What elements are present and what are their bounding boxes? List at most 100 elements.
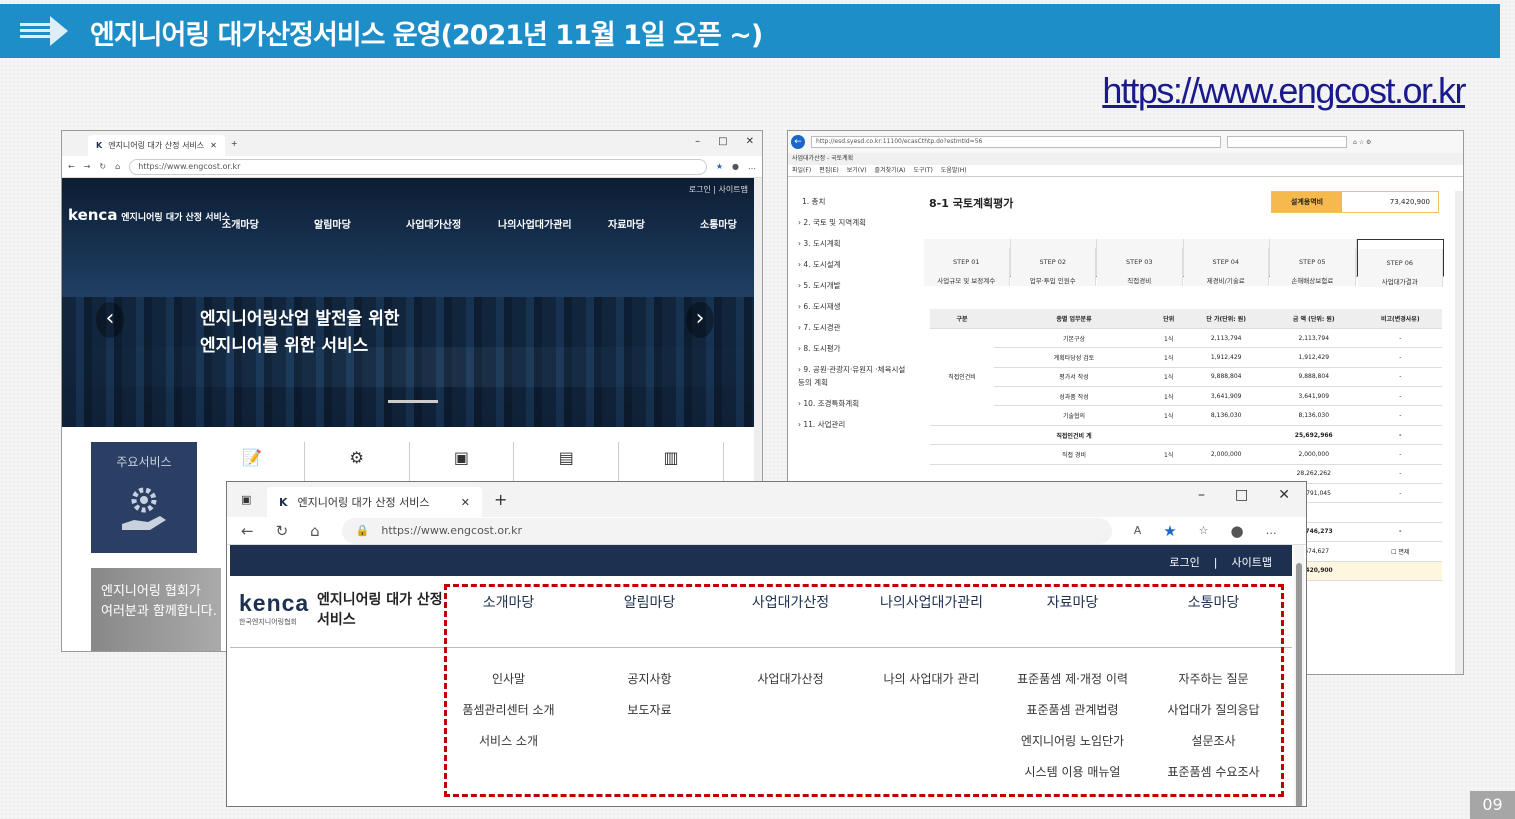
book-icon[interactable]: ▤ bbox=[514, 442, 620, 486]
menubar-item[interactable]: 도구(T) bbox=[913, 165, 932, 176]
nav-item[interactable]: › 5. 도시개발 bbox=[788, 275, 913, 296]
top-utility-bar: 로그인 | 사이트맵 bbox=[230, 545, 1292, 576]
table-row: 성과품 작성 1식 3,641,909 3,641,909- bbox=[930, 386, 1442, 407]
favorite-star-icon[interactable]: ★ bbox=[1163, 522, 1176, 540]
address-bar: ← ↻ ⌂ 🔒 https://www.engcost.or.kr A ★ ☆ ● … bbox=[227, 517, 1306, 545]
scrollbar[interactable] bbox=[1294, 545, 1304, 806]
menu-item[interactable]: 나의사업대가관리 bbox=[498, 216, 608, 231]
table-header: 구분 종별 업무분류 단위 단 가(단위: 원) 금 액 (단위: 원) 비고(변경사유) bbox=[930, 309, 1442, 329]
hero-slogan: 엔지니어링산업 발전을 위한 엔지니어를 위한 서비스 bbox=[200, 309, 400, 356]
menubar-item[interactable]: 보기(V) bbox=[847, 165, 867, 176]
maximize-icon[interactable]: □ bbox=[1235, 487, 1248, 503]
total-cost-box: 설계용역비 73,420,900 bbox=[1271, 191, 1439, 213]
document-edit-icon[interactable]: 📝 bbox=[200, 442, 305, 486]
service-icons: 📝 ⚙ ▣ ▤ ▥ bbox=[200, 442, 724, 486]
step-tab[interactable]: STEP 01 사업규모 및 보정계수 bbox=[924, 239, 1011, 286]
next-slide-icon[interactable]: › bbox=[686, 302, 714, 338]
close-icon[interactable]: ✕ bbox=[461, 496, 470, 509]
back-icon[interactable]: ← bbox=[241, 522, 254, 540]
nav-item[interactable]: › 7. 도시경관 bbox=[788, 317, 913, 338]
close-icon[interactable]: ✕ bbox=[210, 141, 217, 150]
service-title: 주요서비스 bbox=[116, 455, 172, 469]
menu-item[interactable]: 자료마당 bbox=[608, 216, 700, 231]
back-icon[interactable]: ← bbox=[68, 162, 75, 171]
new-tab-icon[interactable]: + bbox=[231, 139, 238, 148]
more-icon[interactable]: … bbox=[748, 162, 756, 171]
step-tab[interactable]: STEP 05 손해배상보험료 bbox=[1270, 239, 1357, 286]
nav-item[interactable]: › 3. 도시계획 bbox=[788, 233, 913, 254]
menubar-item[interactable]: 파일(F) bbox=[792, 165, 811, 176]
more-icon[interactable]: … bbox=[1266, 524, 1277, 537]
nav-item[interactable]: › 6. 도시재생 bbox=[788, 296, 913, 317]
back-icon[interactable]: ← bbox=[791, 135, 805, 149]
scrollbar[interactable] bbox=[1455, 191, 1463, 674]
prev-slide-icon[interactable]: ‹ bbox=[96, 302, 124, 338]
search-input[interactable] bbox=[1227, 136, 1347, 148]
scrollbar-thumb[interactable] bbox=[1296, 563, 1302, 806]
hero-city bbox=[62, 297, 762, 427]
url-input[interactable]: 🔒 https://www.engcost.or.kr bbox=[341, 517, 1112, 544]
menubar-item[interactable]: 편집(E) bbox=[819, 165, 839, 176]
nav-item[interactable]: › 8. 도시평가 bbox=[788, 338, 913, 359]
lock-icon: 🔒 bbox=[355, 524, 370, 537]
table-row: 직접 경비 1식 2,000,000 2,000,000- bbox=[930, 444, 1442, 465]
main-menu: 소개마당 알림마당 사업대가산정 나의사업대가관리 자료마당 소통마당 bbox=[222, 216, 762, 231]
url-input[interactable]: http://esd.syesd.co.kr:11100/ecasCthtp.d… bbox=[811, 136, 1221, 148]
home-icon[interactable]: ⌂ bbox=[115, 162, 120, 171]
step-tab[interactable]: STEP 02 업무·투입 인원수 bbox=[1010, 239, 1097, 286]
nav-item[interactable]: › 10. 조경특화계획 bbox=[788, 393, 913, 414]
maximize-icon[interactable]: □ bbox=[718, 136, 727, 147]
slide-indicator[interactable] bbox=[388, 400, 438, 403]
menubar-item[interactable]: 즐겨찾기(A) bbox=[875, 165, 906, 176]
table-row: 평가서 작성 1식 9,888,804 9,888,804- bbox=[930, 367, 1442, 388]
nav-item[interactable]: › 2. 국토 및 지역계획 bbox=[788, 212, 913, 233]
close-window-icon[interactable]: ✕ bbox=[1278, 487, 1290, 503]
step-tab-active[interactable]: STEP 06 사업대가결과 bbox=[1356, 239, 1444, 287]
nav-item[interactable]: › 4. 도시설계 bbox=[788, 254, 913, 275]
login-link[interactable]: 로그인 bbox=[1169, 556, 1199, 569]
logo[interactable]: kenca 엔지니어링 대가 산정 서비스 bbox=[68, 206, 230, 224]
login-sitemap[interactable]: 로그인 | 사이트맵 bbox=[689, 184, 748, 195]
favorites-icon[interactable]: ☆ bbox=[1199, 524, 1209, 537]
logo[interactable]: kenca 한국엔지니어링협회 엔지니어링 대가 산정 서비스 bbox=[239, 590, 443, 628]
page-title: 8-1 국토계획평가 bbox=[929, 197, 1014, 210]
tab-actions-icon[interactable]: ▣ bbox=[241, 493, 251, 506]
browser-tab[interactable]: K 엔지니어링 대가 산정 서비스 ✕ bbox=[88, 135, 225, 156]
browser-tab[interactable]: K 엔지니어링 대가 산정 서비스 ✕ bbox=[267, 487, 482, 517]
step-tab[interactable]: STEP 04 제경비/기술료 bbox=[1183, 239, 1270, 286]
promo-banner[interactable]: 엔지니어링 협회가 여러분과 함께합니다. bbox=[91, 568, 221, 651]
close-window-icon[interactable]: ✕ bbox=[746, 136, 754, 147]
menu-item[interactable]: 알림마당 bbox=[314, 216, 406, 231]
url-input[interactable]: https://www.engcost.or.kr bbox=[129, 158, 707, 175]
forward-icon[interactable]: → bbox=[84, 162, 91, 171]
minimize-icon[interactable]: – bbox=[695, 136, 700, 147]
sitemap-link[interactable]: 사이트맵 bbox=[1232, 556, 1272, 569]
browser-tab[interactable]: 사업대가산정 - 국토계획 bbox=[792, 153, 853, 165]
home-icon[interactable]: ⌂ bbox=[310, 522, 320, 540]
new-tab-icon[interactable]: + bbox=[494, 490, 507, 509]
minimize-icon[interactable]: – bbox=[1198, 487, 1205, 503]
refresh-icon[interactable]: ↻ bbox=[276, 522, 289, 540]
step-tab[interactable]: STEP 03 직접경비 bbox=[1097, 239, 1184, 286]
site-url[interactable]: https://www.engcost.or.kr bbox=[1102, 70, 1466, 112]
table-row: 기술협의 1식 8,136,030 8,136,030- bbox=[930, 405, 1442, 426]
menu-item[interactable]: 사업대가산정 bbox=[406, 216, 498, 231]
browser-window-front: ▣ K 엔지니어링 대가 산정 서비스 ✕ + – □ ✕ ← ↻ ⌂ 🔒 https://w… bbox=[226, 481, 1307, 807]
calculator-icon[interactable]: ▣ bbox=[410, 442, 515, 486]
settings-icon[interactable]: ⚙ bbox=[305, 442, 410, 486]
nav-item[interactable]: 1. 총치 bbox=[788, 191, 913, 212]
nav-item[interactable]: › 11. 사업관리 bbox=[788, 414, 913, 435]
menu-item[interactable]: 소개마당 bbox=[222, 216, 314, 231]
refresh-icon[interactable]: ↻ bbox=[99, 162, 106, 171]
guide-icon[interactable]: ▥ bbox=[619, 442, 724, 486]
slide-title: 엔지니어링 대가산정서비스 운영(2021년 11월 1일 오픈 ~) bbox=[90, 20, 763, 51]
profile-icon[interactable]: ● bbox=[732, 162, 739, 171]
category-nav: 1. 총치 › 2. 국토 및 지역계획 › 3. 도시계획 › 4. 도시설계… bbox=[788, 191, 913, 435]
nav-item[interactable]: › 9. 공원·관광지·유원지 ·체육시설 등의 계획 bbox=[788, 359, 913, 393]
favorite-star-icon[interactable]: ★ bbox=[716, 162, 723, 171]
read-aloud-icon[interactable]: A bbox=[1134, 524, 1142, 537]
profile-icon[interactable]: ● bbox=[1231, 522, 1244, 540]
step-tabs: STEP 01 사업규모 및 보정계수 STEP 02 업무·투입 인원수 STEP… bbox=[924, 239, 1444, 287]
home-icon[interactable]: ⌂ ☆ ⚙ bbox=[1353, 139, 1371, 146]
menubar-item[interactable]: 도움말(H) bbox=[941, 165, 967, 176]
